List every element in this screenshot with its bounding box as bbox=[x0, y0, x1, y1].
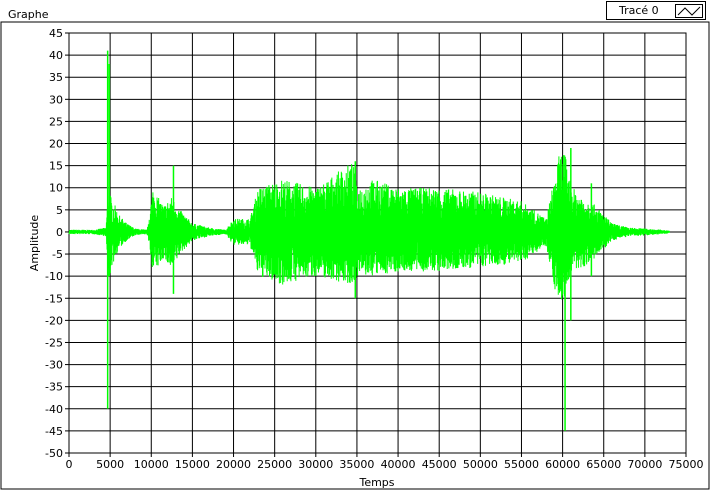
y-tick-label: 15 bbox=[49, 160, 63, 173]
y-tick-label: 45 bbox=[49, 27, 63, 40]
x-tick-label: 75000 bbox=[669, 458, 704, 471]
y-tick-label: 40 bbox=[49, 49, 63, 62]
x-tick-label: 60000 bbox=[545, 458, 580, 471]
y-tick-label: 30 bbox=[49, 93, 63, 106]
x-axis-ticks: 0 5000 10000 15000 20000 25000 30000 35000 40000… bbox=[66, 453, 704, 471]
x-tick-label: 65000 bbox=[586, 458, 621, 471]
plot-area[interactable]: 0 5000 10000 15000 20000 25000 30000 35000 40000… bbox=[0, 0, 711, 491]
x-axis-label: Temps bbox=[358, 476, 394, 489]
x-tick-label: 50000 bbox=[463, 458, 498, 471]
x-tick-label: 15000 bbox=[175, 458, 210, 471]
y-tick-label: -15 bbox=[45, 292, 63, 305]
x-tick-label: 70000 bbox=[627, 458, 662, 471]
x-tick-label: 20000 bbox=[216, 458, 251, 471]
x-tick-label: 0 bbox=[66, 458, 73, 471]
y-tick-label: 35 bbox=[49, 71, 63, 84]
y-tick-label: -5 bbox=[52, 248, 63, 261]
y-tick-label: -20 bbox=[45, 314, 63, 327]
x-tick-label: 5000 bbox=[96, 458, 124, 471]
y-tick-label: -35 bbox=[45, 381, 63, 394]
y-tick-label: 10 bbox=[49, 182, 63, 195]
y-tick-label: 5 bbox=[56, 204, 63, 217]
y-tick-label: -50 bbox=[45, 447, 63, 460]
x-tick-label: 30000 bbox=[298, 458, 333, 471]
x-tick-label: 25000 bbox=[257, 458, 292, 471]
x-tick-label: 10000 bbox=[134, 458, 169, 471]
y-tick-label: 25 bbox=[49, 115, 63, 128]
y-axis-ticks: 45 40 35 30 25 20 15 10 5 0 -5 -10 -15 -20 -25 -30 -35 -4… bbox=[45, 27, 69, 460]
y-tick-label: 20 bbox=[49, 138, 63, 151]
y-tick-label: 0 bbox=[56, 226, 63, 239]
y-tick-label: -25 bbox=[45, 336, 63, 349]
y-tick-label: -45 bbox=[45, 425, 63, 438]
y-tick-label: -30 bbox=[45, 359, 63, 372]
y-axis-label: Amplitude bbox=[28, 215, 41, 272]
y-tick-label: -40 bbox=[45, 403, 63, 416]
x-tick-label: 35000 bbox=[339, 458, 374, 471]
y-tick-label: -10 bbox=[45, 270, 63, 283]
x-tick-label: 40000 bbox=[381, 458, 416, 471]
x-tick-label: 55000 bbox=[504, 458, 539, 471]
x-tick-label: 45000 bbox=[422, 458, 457, 471]
